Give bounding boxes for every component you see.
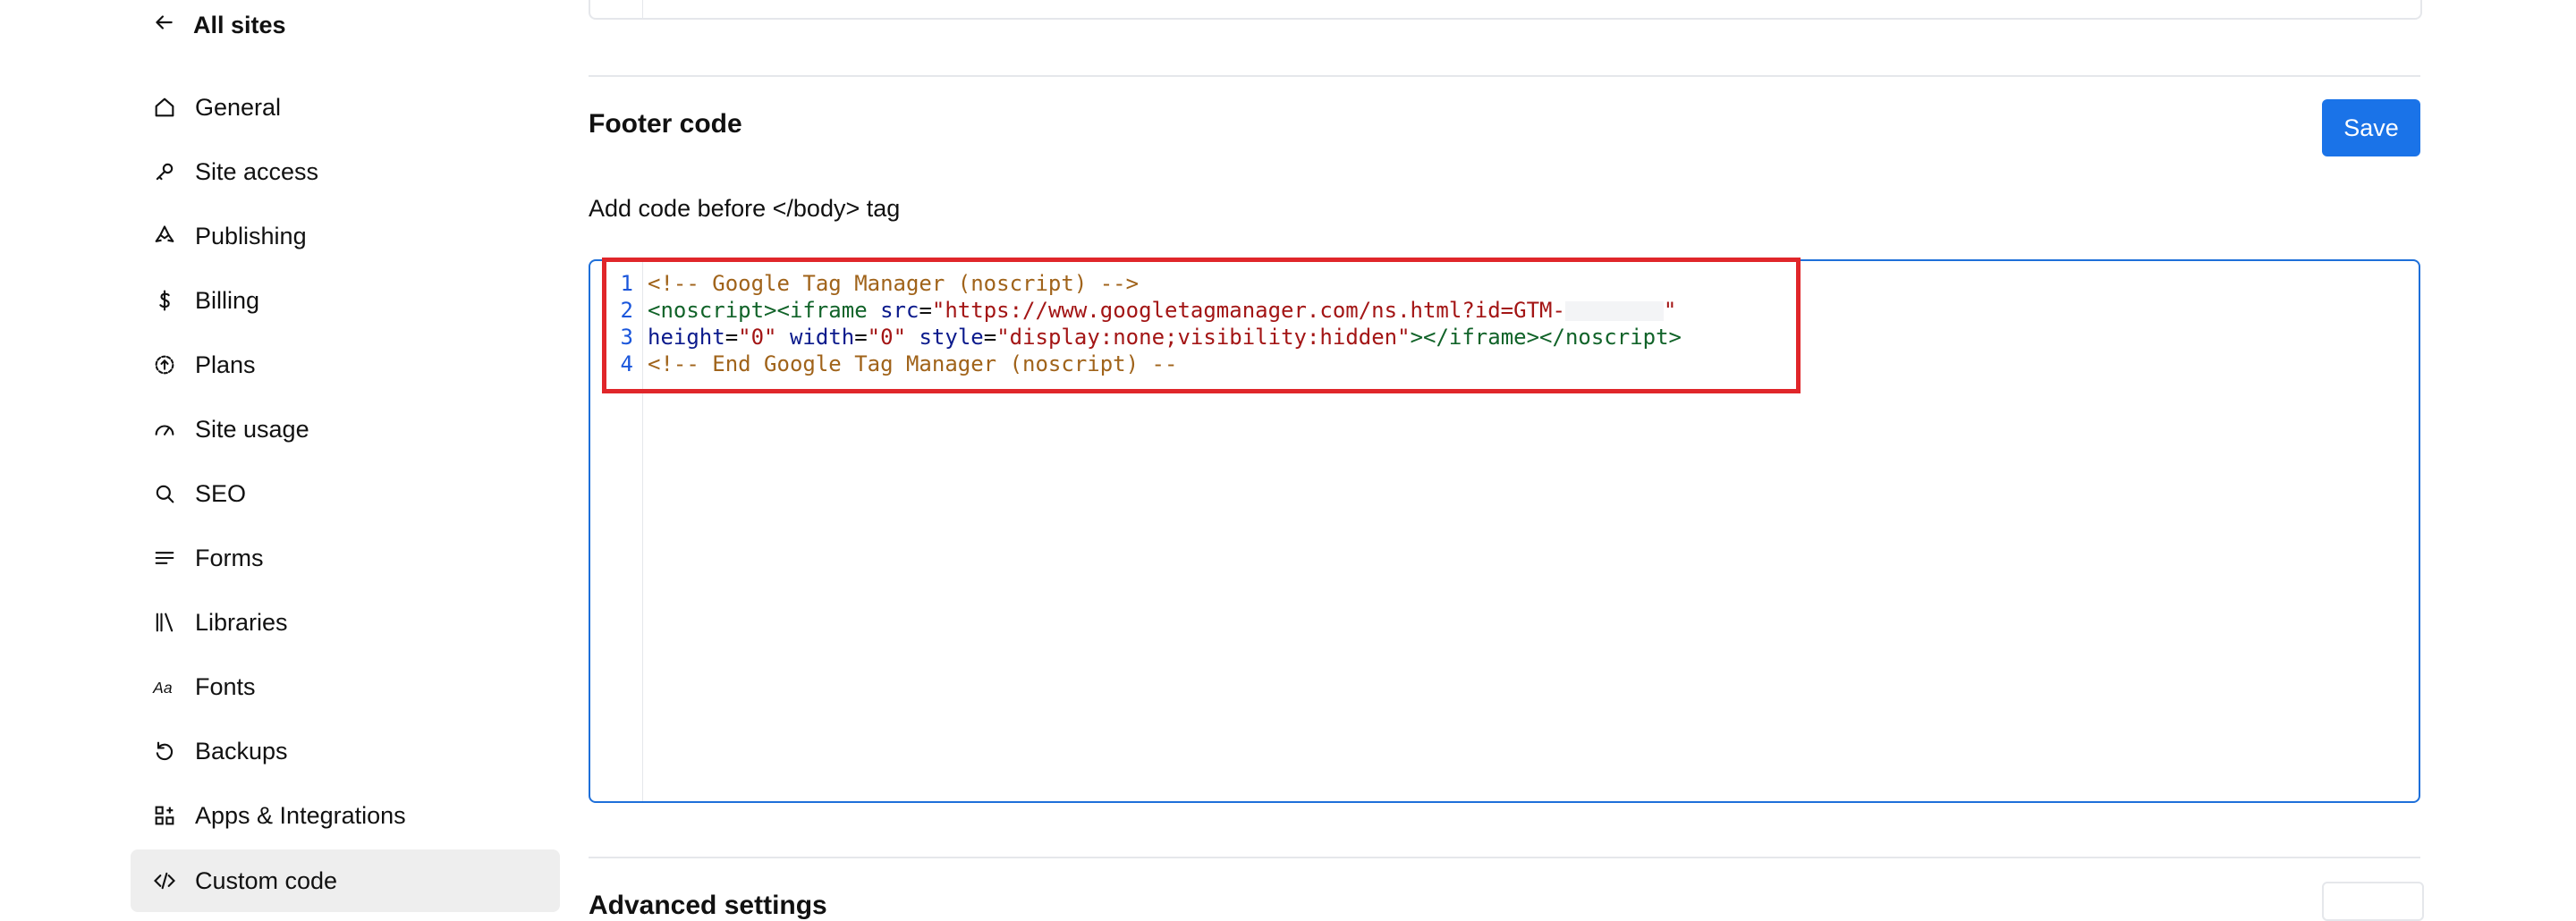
sidebar-item-site-access[interactable]: Site access — [131, 143, 560, 200]
code-token: width — [789, 325, 855, 350]
library-icon — [152, 610, 177, 635]
header-code-editor-bottom — [589, 0, 2422, 20]
code-text: <!-- Google Tag Manager (noscript) --> — [648, 271, 1140, 296]
sidebar-item-label: Apps & Integrations — [195, 801, 406, 829]
save-button[interactable]: Save — [2322, 99, 2420, 156]
rocket-icon — [152, 224, 177, 249]
footer-code-editor[interactable]: 1 <!-- Google Tag Manager (noscript) -->… — [589, 259, 2420, 803]
home-icon — [152, 95, 177, 120]
dollar-icon — [152, 288, 177, 313]
sidebar-item-plans[interactable]: Plans — [131, 336, 560, 393]
sidebar-item-label: Forms — [195, 544, 264, 571]
code-line: 1 <!-- Google Tag Manager (noscript) --> — [590, 270, 1682, 297]
code-token: height — [648, 325, 725, 350]
lines-icon — [152, 545, 177, 570]
line-number: 4 — [620, 351, 633, 376]
sidebar-item-label: General — [195, 93, 282, 121]
fonts-icon: Aa — [152, 674, 177, 699]
code-token: style — [919, 325, 984, 350]
sidebar-item-backups[interactable]: Backups — [131, 722, 560, 780]
code-token: ></iframe></noscript> — [1410, 325, 1682, 350]
backup-icon — [152, 739, 177, 764]
sidebar-item-label: Backups — [195, 737, 288, 765]
code-token: "https://www.googletagmanager.com/ns.htm… — [931, 298, 1565, 323]
code-line: 4 <!-- End Google Tag Manager (noscript)… — [590, 351, 1682, 377]
sidebar-item-general[interactable]: General — [131, 79, 560, 136]
redacted-block — [1564, 301, 1664, 321]
sidebar-item-label: Custom code — [195, 866, 338, 894]
sidebar-item-label: SEO — [195, 479, 247, 507]
line-number: 1 — [620, 271, 633, 296]
sidebar-item-fonts[interactable]: Aa Fonts — [131, 658, 560, 715]
code-token: "0" — [867, 325, 907, 350]
search-icon — [152, 481, 177, 506]
gauge-icon — [152, 417, 177, 442]
code-token: "display:none;visibility:hidden" — [996, 325, 1411, 350]
code-token: " — [1663, 298, 1677, 323]
section-divider — [589, 857, 2420, 858]
code-line: 3 height="0" width="0" style="display:no… — [590, 324, 1682, 351]
code-token: <noscript><iframe — [648, 298, 881, 323]
sidebar-item-apps-integrations[interactable]: Apps & Integrations — [131, 787, 560, 844]
sidebar-item-seo[interactable]: SEO — [131, 465, 560, 522]
sidebar-item-custom-code[interactable]: Custom code — [131, 849, 560, 912]
code-text: <noscript><iframe src="https://www.googl… — [640, 297, 1676, 324]
code-line: 2 <noscript><iframe src="https://www.goo… — [590, 297, 1682, 324]
arrow-left-icon — [152, 11, 175, 40]
sidebar-item-label: Billing — [195, 286, 260, 314]
footer-code-title: Footer code — [589, 109, 742, 139]
sidebar-item-site-usage[interactable]: Site usage — [131, 401, 560, 458]
custom-code-settings: Footer code Save Add code before </body>… — [589, 0, 2424, 921]
code-text: height="0" width="0" style="display:none… — [648, 325, 1682, 350]
sidebar-item-label: Libraries — [195, 608, 288, 636]
settings-sidebar: All sites General Site access Publishing… — [0, 0, 572, 912]
plans-icon — [152, 352, 177, 377]
sidebar-item-publishing[interactable]: Publishing — [131, 207, 560, 265]
advanced-settings-title: Advanced settings — [589, 891, 827, 920]
footer-code-description: Add code before </body> tag — [589, 195, 901, 222]
sidebar-item-billing[interactable]: Billing — [131, 272, 560, 329]
sidebar-item-label: Site access — [195, 157, 319, 185]
sidebar-item-label: Plans — [195, 351, 256, 378]
sidebar-item-forms[interactable]: Forms — [131, 529, 560, 587]
advanced-save-button[interactable] — [2322, 882, 2424, 921]
svg-text:Aa: Aa — [152, 679, 173, 697]
sidebar-item-label: Publishing — [195, 222, 307, 249]
code-lines: 1 <!-- Google Tag Manager (noscript) -->… — [590, 270, 1682, 377]
section-divider — [589, 75, 2420, 77]
line-number: 2 — [620, 298, 633, 323]
code-token: src — [880, 298, 919, 323]
apps-icon — [152, 803, 177, 828]
code-token: = — [919, 298, 932, 323]
back-label: All sites — [193, 11, 286, 38]
key-icon — [152, 159, 177, 184]
code-text: <!-- End Google Tag Manager (noscript) -… — [648, 351, 1178, 376]
line-number: 3 — [620, 325, 633, 350]
sidebar-item-libraries[interactable]: Libraries — [131, 594, 560, 651]
code-icon — [152, 868, 177, 893]
sidebar-item-label: Fonts — [195, 672, 256, 700]
code-token: "0" — [738, 325, 777, 350]
sidebar-item-label: Site usage — [195, 415, 309, 443]
back-to-all-sites-link[interactable]: All sites — [152, 9, 286, 41]
